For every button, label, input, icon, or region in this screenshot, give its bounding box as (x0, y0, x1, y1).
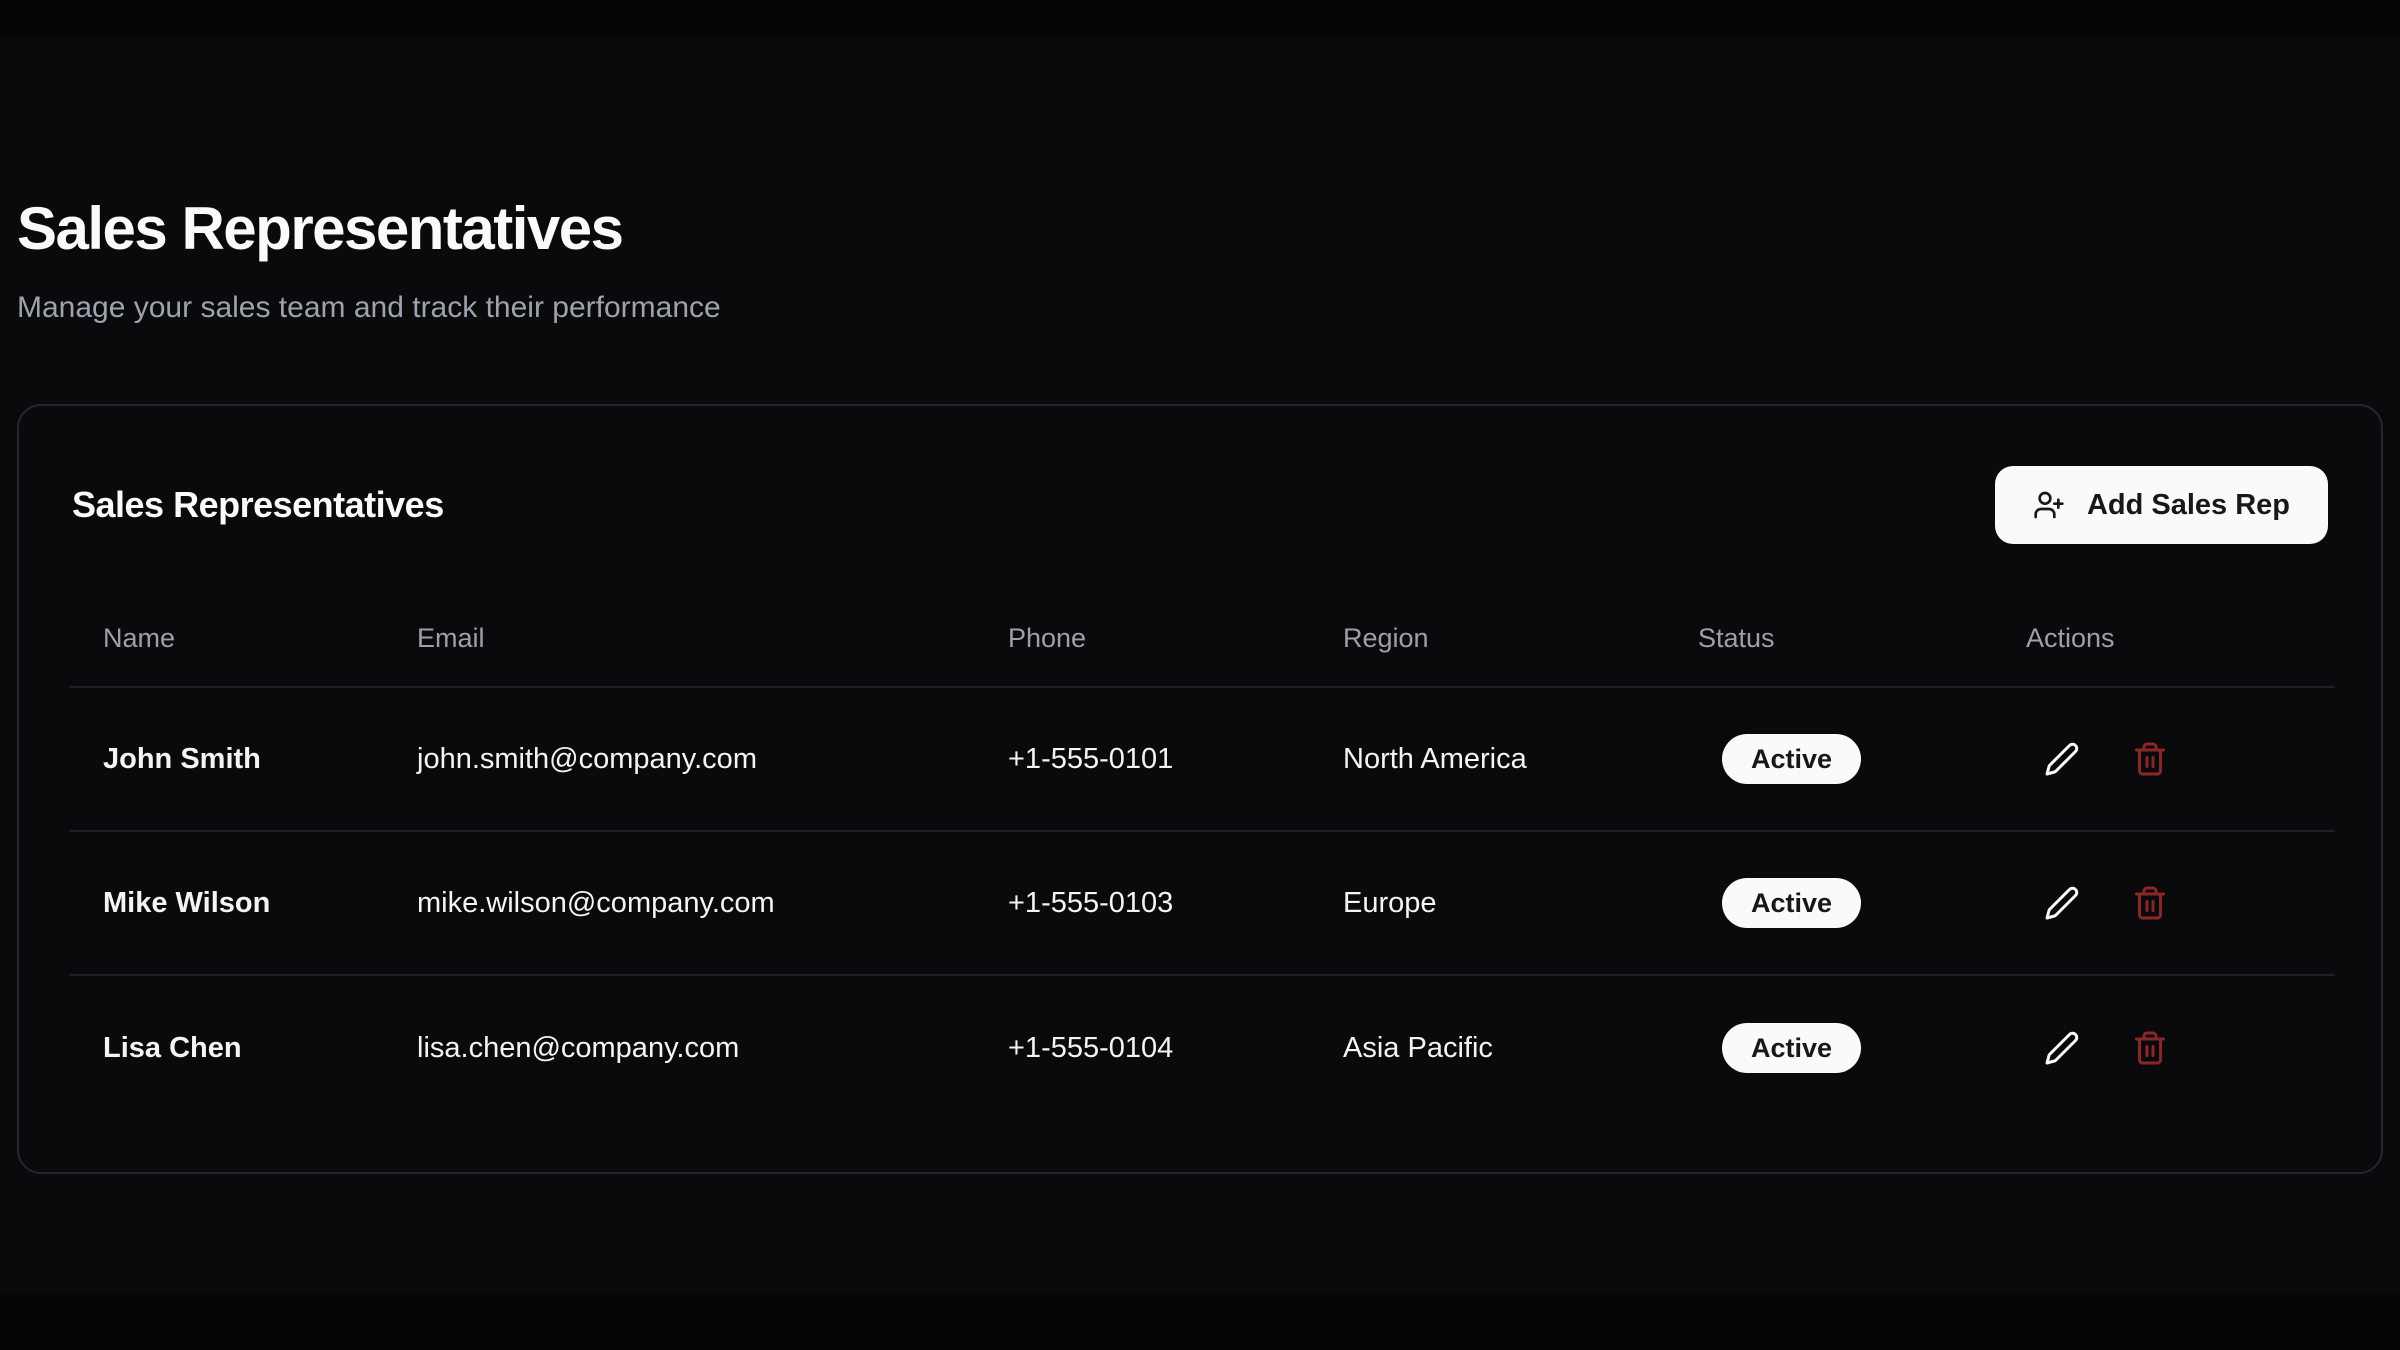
trash-icon (2132, 1030, 2168, 1066)
column-header-status: Status (1664, 623, 1992, 686)
sales-reps-table: Name Email Phone Region Status Actions J… (69, 558, 2335, 1120)
add-sales-rep-button[interactable]: Add Sales Rep (1995, 466, 2328, 544)
edit-button[interactable] (2040, 737, 2084, 781)
edit-button[interactable] (2040, 881, 2084, 925)
rep-name: Lisa Chen (69, 1032, 383, 1065)
edit-button[interactable] (2040, 1026, 2084, 1070)
delete-button[interactable] (2128, 737, 2172, 781)
status-badge: Active (1722, 878, 1861, 928)
pencil-icon (2044, 885, 2080, 921)
sales-reps-card: Sales Representatives Add Sales Rep Name… (17, 404, 2383, 1174)
column-header-name: Name (69, 623, 383, 686)
status-badge: Active (1722, 1023, 1861, 1073)
rep-name: Mike Wilson (69, 887, 383, 920)
column-header-email: Email (383, 623, 974, 686)
row-actions (1992, 1026, 2335, 1070)
column-header-actions: Actions (1992, 623, 2335, 686)
trash-icon (2132, 885, 2168, 921)
user-plus-icon (2033, 489, 2065, 521)
card-header: Sales Representatives Add Sales Rep (19, 406, 2381, 558)
pencil-icon (2044, 741, 2080, 777)
status-badge: Active (1722, 734, 1861, 784)
page-title: Sales Representatives (17, 196, 2383, 262)
rep-name: John Smith (69, 743, 383, 776)
add-sales-rep-label: Add Sales Rep (2087, 489, 2290, 522)
delete-button[interactable] (2128, 1026, 2172, 1070)
page-subtitle: Manage your sales team and track their p… (17, 290, 2383, 326)
card-title: Sales Representatives (72, 484, 444, 526)
rep-email: lisa.chen@company.com (383, 1032, 974, 1065)
delete-button[interactable] (2128, 881, 2172, 925)
main-content: Sales Representatives Manage your sales … (0, 36, 2400, 1293)
row-actions (1992, 881, 2335, 925)
table-row: John Smith john.smith@company.com +1-555… (69, 688, 2335, 832)
rep-phone: +1-555-0104 (974, 1032, 1309, 1065)
rep-phone: +1-555-0103 (974, 887, 1309, 920)
trash-icon (2132, 741, 2168, 777)
table-row: Lisa Chen lisa.chen@company.com +1-555-0… (69, 976, 2335, 1120)
table-row: Mike Wilson mike.wilson@company.com +1-5… (69, 832, 2335, 976)
rep-region: Asia Pacific (1309, 1032, 1664, 1065)
rep-region: Europe (1309, 887, 1664, 920)
pencil-icon (2044, 1030, 2080, 1066)
rep-status-cell: Active (1664, 1023, 1992, 1073)
rep-status-cell: Active (1664, 878, 1992, 928)
rep-region: North America (1309, 743, 1664, 776)
row-actions (1992, 737, 2335, 781)
rep-phone: +1-555-0101 (974, 743, 1309, 776)
rep-email: mike.wilson@company.com (383, 887, 974, 920)
column-header-phone: Phone (974, 623, 1309, 686)
rep-email: john.smith@company.com (383, 743, 974, 776)
column-header-region: Region (1309, 623, 1664, 686)
rep-status-cell: Active (1664, 734, 1992, 784)
table-header-row: Name Email Phone Region Status Actions (69, 558, 2335, 688)
